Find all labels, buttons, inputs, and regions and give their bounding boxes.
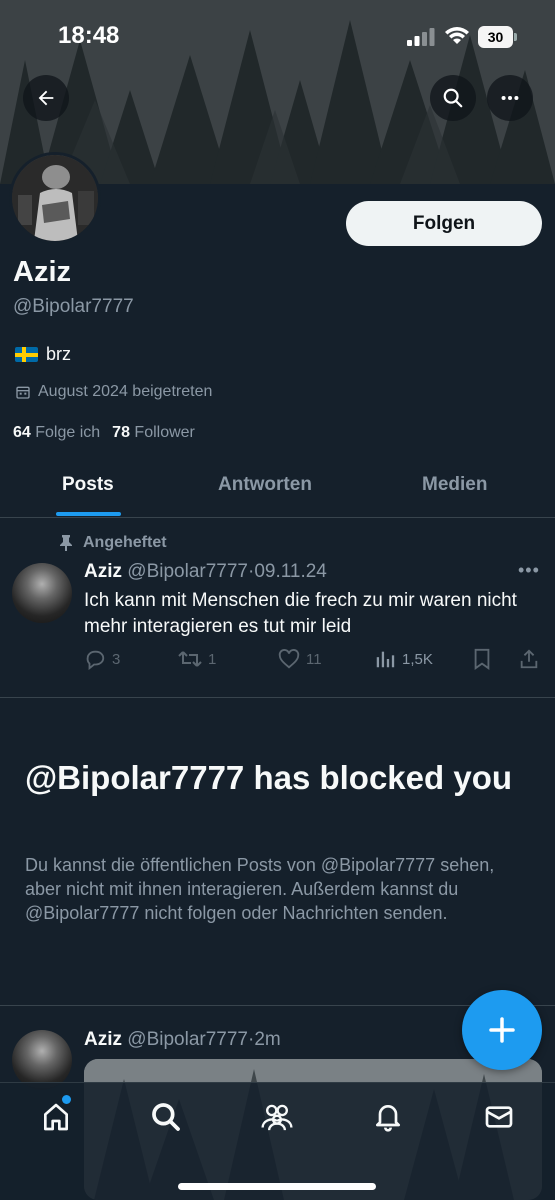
blocked-notice: @Bipolar7777 has blocked you Du kannst d… [0, 699, 555, 1006]
pinned-text: Angeheftet [83, 534, 167, 551]
flag-icon [15, 347, 38, 362]
retweet-icon [178, 651, 202, 667]
profile-handle: @Bipolar7777 [13, 296, 134, 317]
tweet-author[interactable]: Aziz [84, 561, 122, 582]
profile-avatar[interactable] [9, 152, 101, 244]
like-button[interactable]: 11 [278, 648, 322, 670]
pinned-label: Angeheftet [59, 534, 167, 552]
pin-icon [60, 535, 72, 551]
like-icon [278, 649, 300, 669]
tab-replies[interactable]: Antworten [218, 474, 312, 496]
battery-level: 30 [478, 26, 513, 48]
following-link[interactable]: 64 Folge ich [13, 424, 100, 442]
status-time: 18:48 [58, 22, 120, 49]
followers-link[interactable]: 78 Follower [112, 424, 195, 442]
home-indicator-bar [178, 1183, 376, 1190]
followers-label: Follower [134, 424, 195, 441]
profile-name: Aziz [13, 256, 71, 288]
tweet-handle: @Bipolar7777 [127, 1029, 248, 1050]
search-icon [443, 88, 463, 108]
following-label: Folge ich [35, 424, 101, 441]
tweet-header: Aziz @Bipolar7777·2m [84, 1029, 281, 1050]
nav-messages[interactable] [481, 1099, 517, 1135]
back-arrow-icon [38, 90, 54, 106]
views-icon [376, 651, 395, 668]
tweet-date: 09.11.24 [254, 561, 327, 582]
following-count: 64 [13, 424, 31, 441]
nav-home[interactable] [38, 1099, 74, 1135]
more-icon [501, 95, 519, 101]
home-icon [44, 1103, 68, 1131]
tweet-more-button[interactable]: ••• [518, 560, 540, 581]
notifications-icon [376, 1105, 400, 1132]
messages-icon [485, 1106, 513, 1128]
blocked-title: @Bipolar7777 has blocked you [25, 759, 513, 796]
tweet-avatar[interactable] [12, 1030, 72, 1090]
follow-stats: 64 Folge ich 78 Follower [13, 424, 195, 442]
signal-icon [407, 28, 435, 46]
retweet-count: 1 [208, 650, 217, 668]
tweet-time: 2m [254, 1029, 281, 1050]
tweet-handle: @Bipolar7777 [127, 561, 248, 582]
status-bar: 18:48 30 [0, 0, 555, 70]
views-button[interactable]: 1,5K [374, 648, 433, 670]
nav-communities[interactable] [259, 1099, 295, 1135]
avatar-image [12, 155, 98, 241]
bookmark-icon [474, 648, 490, 670]
reply-count: 3 [112, 650, 121, 668]
search-icon [152, 1103, 180, 1131]
share-button[interactable] [518, 648, 540, 670]
followers-count: 78 [112, 424, 130, 441]
communities-icon [261, 1104, 293, 1131]
battery-icon: 30 [478, 26, 518, 48]
nav-notifications[interactable] [370, 1099, 406, 1135]
profile-tabs: Posts Antworten Medien [0, 458, 555, 518]
reply-icon [86, 650, 105, 670]
tweet-header: Aziz @Bipolar7777·09.11.24 [84, 561, 327, 582]
tweet-avatar[interactable] [12, 563, 72, 623]
retweet-button[interactable]: 1 [178, 648, 216, 670]
follow-button[interactable]: Folgen [346, 201, 542, 246]
profile-bio: brz [15, 344, 71, 365]
tweet-author[interactable]: Aziz [84, 1029, 122, 1050]
pinned-tweet[interactable]: Angeheftet Aziz @Bipolar7777·09.11.24 ••… [0, 518, 555, 698]
joined-text: August 2024 beigetreten [38, 383, 213, 400]
compose-button[interactable] [462, 990, 542, 1070]
search-button[interactable] [430, 75, 476, 121]
tweet-text: Ich kann mit Menschen die frech zu mir w… [84, 590, 517, 637]
share-icon [520, 649, 538, 669]
wifi-icon [445, 27, 469, 44]
compose-icon [489, 1017, 515, 1043]
tab-media[interactable]: Medien [422, 474, 487, 496]
blocked-description: Du kannst die öffentlichen Posts von @Bi… [25, 855, 495, 923]
bookmark-button[interactable] [472, 648, 492, 670]
more-options-button[interactable] [487, 75, 533, 121]
views-count: 1,5K [402, 650, 433, 668]
bio-text: brz [46, 344, 72, 364]
active-tab-indicator [56, 512, 121, 516]
nav-search[interactable] [148, 1099, 184, 1135]
reply-button[interactable]: 3 [84, 648, 120, 670]
back-button[interactable] [23, 75, 69, 121]
like-count: 11 [306, 650, 322, 668]
calendar-icon [16, 386, 30, 399]
home-notification-dot [62, 1095, 71, 1104]
joined-date: August 2024 beigetreten [15, 383, 212, 401]
tab-posts[interactable]: Posts [62, 474, 114, 496]
tweet-actions: 3 1 11 1,5K [84, 648, 544, 672]
